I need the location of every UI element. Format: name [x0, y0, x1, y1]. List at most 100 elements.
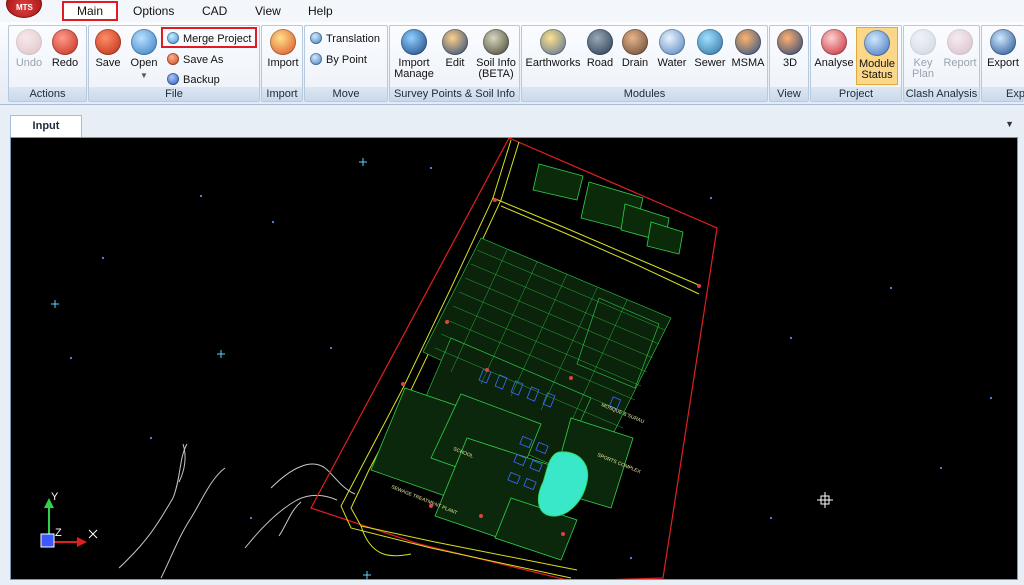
- export-button[interactable]: Export: [984, 29, 1022, 69]
- group-label-file: File: [89, 87, 259, 101]
- 3d-label: 3D: [782, 57, 798, 69]
- 3d-button[interactable]: 3D: [773, 29, 807, 69]
- menu-main[interactable]: Main: [62, 1, 118, 21]
- save-as-button[interactable]: Save As: [167, 53, 223, 66]
- export-label: Export: [987, 57, 1019, 69]
- drain-label: Drain: [621, 57, 649, 69]
- open-icon: [131, 29, 157, 55]
- cursor-crosshair-icon: [817, 492, 833, 508]
- translation-label: Translation: [326, 33, 381, 45]
- import-button[interactable]: Import: [264, 29, 302, 69]
- undo-label: Undo: [15, 57, 43, 69]
- ucs-z-label: Z: [55, 527, 62, 539]
- import-manage-button[interactable]: Import Manage: [392, 29, 436, 80]
- analyse-icon: [821, 29, 847, 55]
- edit-button[interactable]: Edit: [440, 29, 470, 69]
- group-survey: Import Manage Edit Soil Info (BETA) Surv…: [389, 25, 520, 102]
- import-icon: [270, 29, 296, 55]
- menu-view[interactable]: View: [255, 4, 281, 18]
- sewer-button[interactable]: Sewer: [692, 29, 728, 69]
- key-plan-label-2: Plan: [911, 68, 935, 80]
- cad-viewport[interactable]: MOSQUE & SURAU SPORTS COMPLEX SCHOOL SEW…: [10, 137, 1018, 580]
- chevron-down-icon: ▼: [140, 71, 148, 80]
- redo-button[interactable]: Redo: [47, 29, 83, 69]
- save-as-icon: [167, 53, 179, 65]
- group-label-modules: Modules: [522, 87, 767, 101]
- module-status-icon: [864, 30, 890, 56]
- analyse-label: Analyse: [814, 57, 854, 69]
- group-view: 3D View: [769, 25, 809, 102]
- soil-info-button[interactable]: Soil Info (BETA): [474, 29, 518, 80]
- report-button[interactable]: Report: [942, 29, 978, 69]
- soil-info-label-2: (BETA): [478, 68, 514, 80]
- save-as-label: Save As: [183, 54, 224, 66]
- group-label-project: Project: [811, 87, 901, 101]
- backup-icon: [167, 73, 179, 85]
- analyse-button[interactable]: Analyse: [814, 29, 854, 69]
- key-plan-icon: [910, 29, 936, 55]
- merge-project-highlight: [161, 27, 257, 48]
- group-label-export: Exp: [982, 87, 1024, 101]
- menu-help[interactable]: Help: [308, 4, 333, 18]
- earthworks-label: Earthworks: [525, 57, 581, 69]
- water-button[interactable]: Water: [654, 29, 690, 69]
- soil-info-icon: [483, 29, 509, 55]
- ucs-y-label: Y: [51, 491, 59, 503]
- backup-button[interactable]: Backup: [167, 73, 220, 86]
- water-label: Water: [657, 57, 687, 69]
- msma-button[interactable]: MSMA: [730, 29, 766, 69]
- road-label: Road: [586, 57, 614, 69]
- save-button[interactable]: Save: [92, 29, 124, 69]
- water-icon: [659, 29, 685, 55]
- group-export: Export Exp: [981, 25, 1024, 102]
- module-status-button[interactable]: Module Status: [856, 27, 898, 85]
- document-tabstrip: Input ▼: [0, 105, 1024, 137]
- save-icon: [95, 29, 121, 55]
- road-button[interactable]: Road: [584, 29, 616, 69]
- group-modules: Earthworks Road Drain Water Sewer MSMA M…: [521, 25, 768, 102]
- export-icon: [990, 29, 1016, 55]
- report-icon: [947, 29, 973, 55]
- import-label: Import: [267, 57, 299, 69]
- by-point-button[interactable]: By Point: [310, 53, 367, 66]
- tab-list-dropdown-icon[interactable]: ▼: [1005, 119, 1014, 129]
- ribbon: Undo Redo Actions Save Open ▼ Merge Proj…: [0, 22, 1024, 105]
- menu-bar: MTS Main Options CAD View Help: [0, 0, 1024, 22]
- group-move: Translation By Point Move: [304, 25, 388, 102]
- open-button[interactable]: Open ▼: [127, 29, 161, 81]
- msma-label: MSMA: [731, 57, 765, 69]
- group-label-survey: Survey Points & Soil Info: [390, 87, 519, 101]
- earthworks-button[interactable]: Earthworks: [525, 29, 581, 69]
- save-label: Save: [95, 57, 121, 69]
- key-plan-button[interactable]: Key Plan: [906, 29, 940, 80]
- group-actions: Undo Redo Actions: [8, 25, 87, 102]
- msma-icon: [735, 29, 761, 55]
- sewer-icon: [697, 29, 723, 55]
- group-label-import: Import: [262, 87, 302, 101]
- backup-label: Backup: [183, 74, 220, 86]
- drain-icon: [622, 29, 648, 55]
- sewer-label: Sewer: [694, 57, 726, 69]
- earthworks-icon: [540, 29, 566, 55]
- app-logo[interactable]: MTS: [6, 0, 42, 18]
- menu-options[interactable]: Options: [133, 4, 174, 18]
- translation-button[interactable]: Translation: [310, 32, 380, 45]
- group-label-view: View: [770, 87, 808, 101]
- tab-input[interactable]: Input: [10, 115, 82, 137]
- open-label: Open: [130, 57, 158, 69]
- group-label-clash-analysis: Clash Analysis: [904, 87, 979, 101]
- cad-drawing[interactable]: MOSQUE & SURAU SPORTS COMPLEX SCHOOL SEW…: [11, 138, 1018, 580]
- road-icon: [587, 29, 613, 55]
- by-point-label: By Point: [326, 54, 367, 66]
- 3d-icon: [777, 29, 803, 55]
- lot-polygons: [532, 163, 684, 255]
- menu-cad[interactable]: CAD: [202, 4, 227, 18]
- group-label-actions: Actions: [9, 87, 86, 101]
- group-import: Import Import: [261, 25, 303, 102]
- by-point-icon: [310, 53, 322, 65]
- site-plan: MOSQUE & SURAU SPORTS COMPLEX SCHOOL SEW…: [310, 138, 718, 579]
- drain-button[interactable]: Drain: [619, 29, 651, 69]
- undo-icon: [16, 29, 42, 55]
- report-label: Report: [943, 57, 977, 69]
- undo-button[interactable]: Undo: [12, 29, 46, 69]
